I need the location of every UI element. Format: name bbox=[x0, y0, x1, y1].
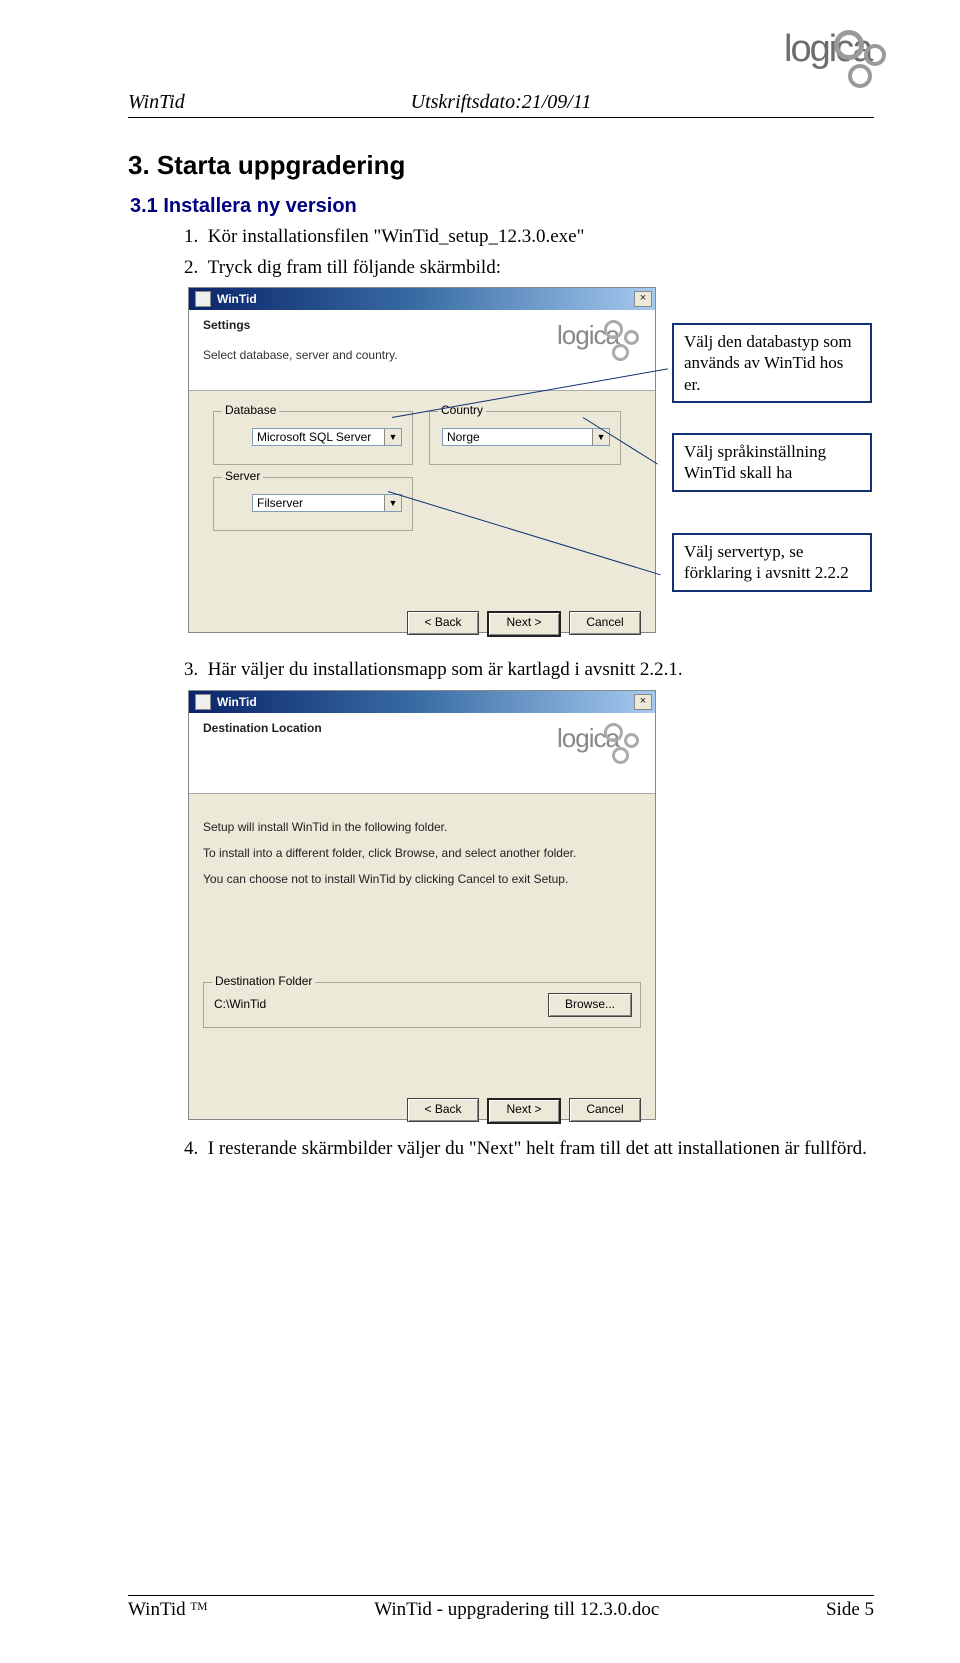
dialog-title: WinTid bbox=[217, 292, 257, 306]
logo-ring-icon bbox=[864, 44, 886, 66]
callout-language: Välj språkinställning WinTid skall ha bbox=[672, 433, 872, 492]
close-button[interactable]: × bbox=[634, 694, 652, 710]
page-footer: WinTid ᵀᴹ WinTid - uppgradering till 12.… bbox=[128, 1595, 874, 1621]
figure-settings-dialog: WinTid × Settings Select database, serve… bbox=[188, 287, 874, 647]
next-button[interactable]: Next > bbox=[487, 1098, 561, 1124]
cancel-button[interactable]: Cancel bbox=[569, 611, 641, 635]
dialog-title: WinTid bbox=[217, 695, 257, 709]
next-button[interactable]: Next > bbox=[487, 611, 561, 637]
step-1: 1. Kör installationsfilen "WinTid_setup_… bbox=[184, 224, 874, 251]
callout-server: Välj servertyp, se förklaring i avsnitt … bbox=[672, 533, 872, 592]
chevron-down-icon: ▼ bbox=[384, 429, 401, 445]
footer-left: WinTid ᵀᴹ bbox=[128, 1599, 208, 1621]
close-button[interactable]: × bbox=[634, 291, 652, 307]
footer-right: Side 5 bbox=[826, 1599, 874, 1621]
destination-path: C:\WinTid bbox=[214, 997, 266, 1011]
logica-logo-small: logica bbox=[557, 320, 645, 366]
callout-database: Välj den databastyp som används av WinTi… bbox=[672, 323, 872, 403]
groupbox-database-label: Database bbox=[222, 403, 279, 417]
chevron-down-icon: ▼ bbox=[384, 495, 401, 511]
header-center-text: Utskriftsdato:21/09/11 bbox=[128, 91, 874, 114]
browse-button[interactable]: Browse... bbox=[548, 993, 632, 1017]
app-icon bbox=[195, 291, 211, 307]
dialog-wintid-settings: WinTid × Settings Select database, serve… bbox=[188, 287, 656, 633]
dest-line1: Setup will install WinTid in the followi… bbox=[203, 820, 641, 834]
page-header: WinTid Utskriftsdato:21/09/11 logica bbox=[128, 58, 874, 118]
logo-ring-icon bbox=[848, 64, 872, 88]
section-heading: 3. Starta uppgradering bbox=[128, 150, 874, 181]
step-4: 4. I resterande skärmbilder väljer du "N… bbox=[184, 1136, 874, 1163]
figure-destination-dialog: WinTid × Destination Location logica Set… bbox=[188, 690, 874, 1126]
country-combobox[interactable]: Norge ▼ bbox=[442, 428, 610, 446]
step-3: 3. Här väljer du installationsmapp som ä… bbox=[184, 657, 874, 684]
database-combobox[interactable]: Microsoft SQL Server ▼ bbox=[252, 428, 402, 446]
back-button[interactable]: < Back bbox=[407, 611, 479, 635]
step-2: 2. Tryck dig fram till följande skärmbil… bbox=[184, 255, 874, 282]
dest-line2: To install into a different folder, clic… bbox=[203, 846, 641, 860]
app-icon bbox=[195, 694, 211, 710]
section-subheading: 3.1 Installera ny version bbox=[130, 195, 874, 218]
dialog-wintid-destination: WinTid × Destination Location logica Set… bbox=[188, 690, 656, 1120]
logo-ring-icon bbox=[834, 30, 864, 60]
server-combobox[interactable]: Filserver ▼ bbox=[252, 494, 402, 512]
groupbox-destination-label: Destination Folder bbox=[212, 974, 315, 988]
dest-line3: You can choose not to install WinTid by … bbox=[203, 872, 641, 886]
footer-center: WinTid - uppgradering till 12.3.0.doc bbox=[374, 1599, 659, 1621]
cancel-button[interactable]: Cancel bbox=[569, 1098, 641, 1122]
logica-logo-small: logica bbox=[557, 723, 645, 769]
logica-logo: logica bbox=[784, 28, 894, 92]
back-button[interactable]: < Back bbox=[407, 1098, 479, 1122]
groupbox-server-label: Server bbox=[222, 469, 263, 483]
